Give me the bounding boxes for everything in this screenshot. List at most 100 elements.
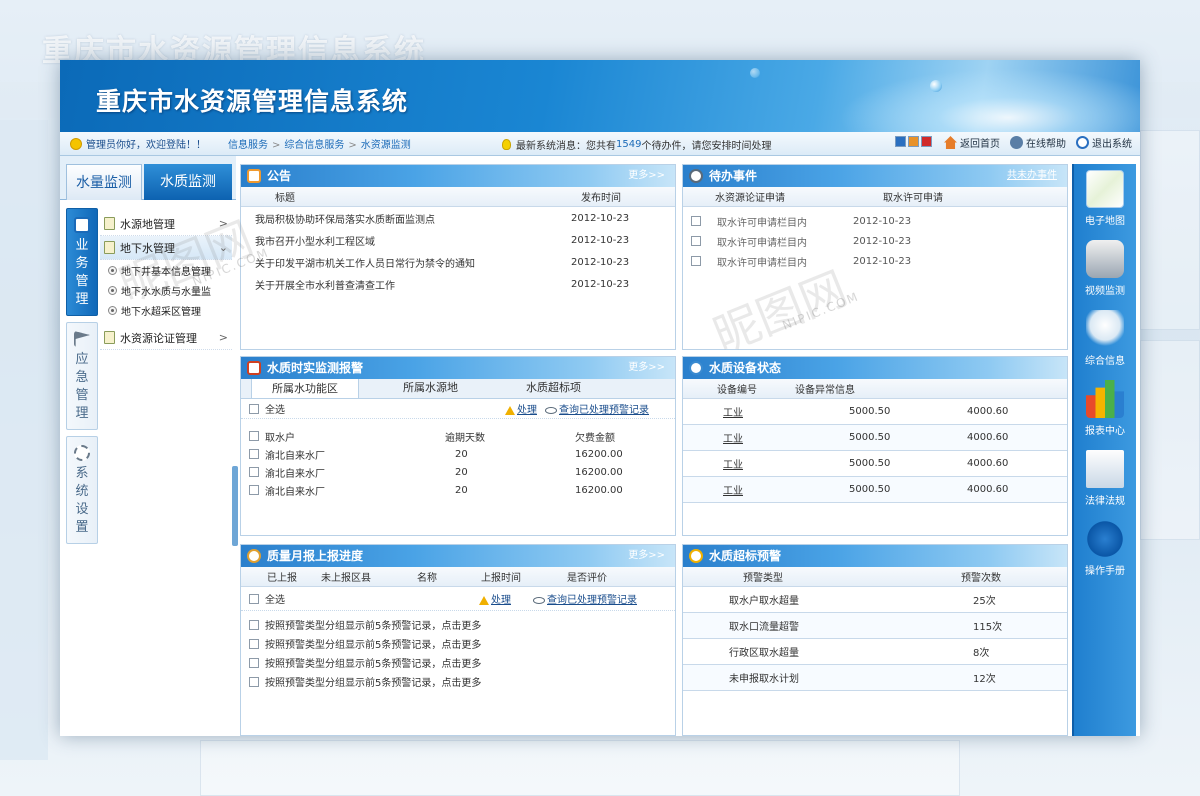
tab-permit[interactable]: 取水许可申请 [883,189,943,204]
device-value: 5000.50 [849,458,891,469]
table-row[interactable]: 行政区取水超量 8次 [683,639,1067,665]
table-row[interactable]: 关于开展全市水利普查清查工作 2012-10-23 [241,273,675,295]
todo-text[interactable]: 取水许可申请栏目内 [707,254,853,269]
query-records-link[interactable]: 查询已处理预警记录 [533,591,637,606]
announcement-title[interactable]: 关于印发平湖市机关工作人员日常行为禁令的通知 [241,255,571,270]
category-char: 设 [75,502,89,517]
row-checkbox[interactable] [249,619,259,630]
column-header: 预警次数 [961,573,1001,584]
table-row[interactable]: 取水许可申请栏目内 2012-10-23 [683,231,1067,251]
submenu-item[interactable]: 地下水超采区管理 [100,300,232,320]
breadcrumb-item[interactable]: 信息服务 [228,140,268,151]
submenu-item[interactable]: 地下水水质与水量监 [100,280,232,300]
announcement-panel: 公告 更多>> 标题 发布时间 我局积极协助环保局落实水质断面监测点 2012-10-… [240,164,676,350]
query-records-link[interactable]: 查询已处理预警记录 [545,401,649,416]
table-row[interactable]: 按照预警类型分组显示前5条预警记录，点击更多 [241,615,675,634]
toolbar-item-laws[interactable]: 法律法规 [1074,444,1136,514]
row-checkbox[interactable] [249,485,259,495]
row-checkbox[interactable] [249,638,259,649]
row-checkbox[interactable] [249,449,259,459]
category-emergency-management[interactable]: 应 急 管 理 [66,322,98,430]
table-row[interactable]: 取水许可申请栏目内 2012-10-23 [683,251,1067,271]
table-row[interactable]: 按照预警类型分组显示前5条预警记录，点击更多 [241,653,675,672]
handle-button[interactable]: 处理 [479,591,511,606]
table-row[interactable]: 渝北自来水厂 20 16200.00 [241,463,675,481]
more-link[interactable]: 更多>> [628,165,665,187]
submenu-item[interactable]: 地下井基本信息管理 [100,260,232,280]
table-row[interactable]: 取水许可申请栏目内 2012-10-23 [683,211,1067,231]
table-row[interactable]: 按照预警类型分组显示前5条预警记录，点击更多 [241,672,675,691]
tab-water-quantity[interactable]: 水量监测 [66,164,142,200]
toolbar-item-manual[interactable]: 操作手册 [1074,514,1136,584]
tab-function-zone[interactable]: 所属水功能区 [251,378,359,398]
theme-blue-icon[interactable] [895,135,906,147]
category-system-settings[interactable]: 系 统 设 置 [66,436,98,544]
report-text[interactable]: 按照预警类型分组显示前5条预警记录，点击更多 [265,674,481,689]
row-checkbox[interactable] [691,256,701,266]
panel-title: 水质超标预警 [709,549,782,563]
row-checkbox[interactable] [691,216,701,226]
water-user: 渝北自来水厂 [265,486,325,498]
more-link[interactable]: 更多>> [628,545,665,567]
home-link[interactable]: 返回首页 [944,135,1000,150]
header-checkbox[interactable] [249,431,259,441]
category-char: 急 [75,370,89,385]
row-checkbox[interactable] [691,236,701,246]
menu-item-water-argumentation[interactable]: 水资源论证管理 > [100,326,232,350]
breadcrumb-item[interactable]: 水资源监测 [361,140,411,151]
select-all-checkbox[interactable] [249,403,259,414]
table-row[interactable]: 按照预警类型分组显示前5条预警记录，点击更多 [241,634,675,653]
breadcrumb-item[interactable]: 综合信息服务 [284,140,344,151]
more-link[interactable]: 更多>> [628,357,665,379]
table-row[interactable]: 未申报取水计划 12次 [683,665,1067,691]
select-all-checkbox[interactable] [249,593,259,604]
table-row[interactable]: 工业 5000.50 4000.60 [683,451,1067,477]
table-row[interactable]: 渝北自来水厂 20 16200.00 [241,481,675,499]
table-row[interactable]: 工业 5000.50 4000.60 [683,399,1067,425]
announcement-title[interactable]: 我市召开小型水利工程区域 [241,233,571,248]
table-row[interactable]: 工业 5000.50 4000.60 [683,477,1067,503]
todo-text[interactable]: 取水许可申请栏目内 [707,234,853,249]
menu-item-groundwater[interactable]: 地下水管理 ⌄ [100,236,232,260]
table-row[interactable]: 关于印发平湖市机关工作人员日常行为禁令的通知 2012-10-23 [241,251,675,273]
table-row[interactable]: 渝北自来水厂 20 16200.00 [241,445,675,463]
table-row[interactable]: 我局积极协助环保局落实水质断面监测点 2012-10-23 [241,207,675,229]
report-text[interactable]: 按照预警类型分组显示前5条预警记录，点击更多 [265,636,481,651]
todo-text[interactable]: 取水许可申请栏目内 [707,214,853,229]
toolbar-item-comprehensive-info[interactable]: 综合信息 [1074,304,1136,374]
tab-water-source[interactable]: 所属水源地 [389,378,472,398]
toolbar-item-electronic-map[interactable]: 电子地图 [1074,164,1136,234]
table-row[interactable]: 我市召开小型水利工程区域 2012-10-23 [241,229,675,251]
logout-link[interactable]: 退出系统 [1076,135,1132,150]
notice-count[interactable]: 1549 [616,139,641,150]
category-business-management[interactable]: 业 务 管 理 [66,208,98,316]
toolbar-item-report-center[interactable]: 报表中心 [1074,374,1136,444]
theme-orange-icon[interactable] [908,135,919,147]
more-prefix: 共 [1007,170,1017,181]
table-header: 设备编号 设备异常信息 [683,379,1067,399]
handle-button[interactable]: 处理 [505,401,537,416]
row-checkbox[interactable] [249,467,259,477]
row-checkbox[interactable] [249,676,259,687]
menu-item-water-source[interactable]: 水源地管理 > [100,212,232,236]
column-header: 预警类型 [743,573,783,584]
table-row[interactable]: 取水户取水超量 25次 [683,587,1067,613]
tab-argumentation[interactable]: 水资源论证申请 [683,189,883,204]
toolbar-item-video-monitor[interactable]: 视频监测 [1074,234,1136,304]
tab-water-quality[interactable]: 水质监测 [144,164,232,200]
announcement-title[interactable]: 我局积极协助环保局落实水质断面监测点 [241,211,571,226]
announcement-title[interactable]: 关于开展全市水利普查清查工作 [241,277,571,292]
table-row[interactable]: 工业 5000.50 4000.60 [683,425,1067,451]
theme-red-icon[interactable] [921,135,932,147]
table-row[interactable]: 取水口流量超警 115次 [683,613,1067,639]
report-text[interactable]: 按照预警类型分组显示前5条预警记录，点击更多 [265,617,481,632]
report-text[interactable]: 按照预警类型分组显示前5条预警记录，点击更多 [265,655,481,670]
more-link[interactable]: 共未办事件 [1007,165,1057,187]
tab-over-standard[interactable]: 水质超标项 [512,378,595,398]
help-link[interactable]: 在线帮助 [1010,135,1066,150]
column-header: 是否评价 [567,573,607,584]
row-checkbox[interactable] [249,657,259,668]
notice-prefix: 最新系统消息：您共有 [516,141,616,152]
device-id: 工业 [723,408,743,419]
sidebar-collapse-handle[interactable] [232,466,238,546]
